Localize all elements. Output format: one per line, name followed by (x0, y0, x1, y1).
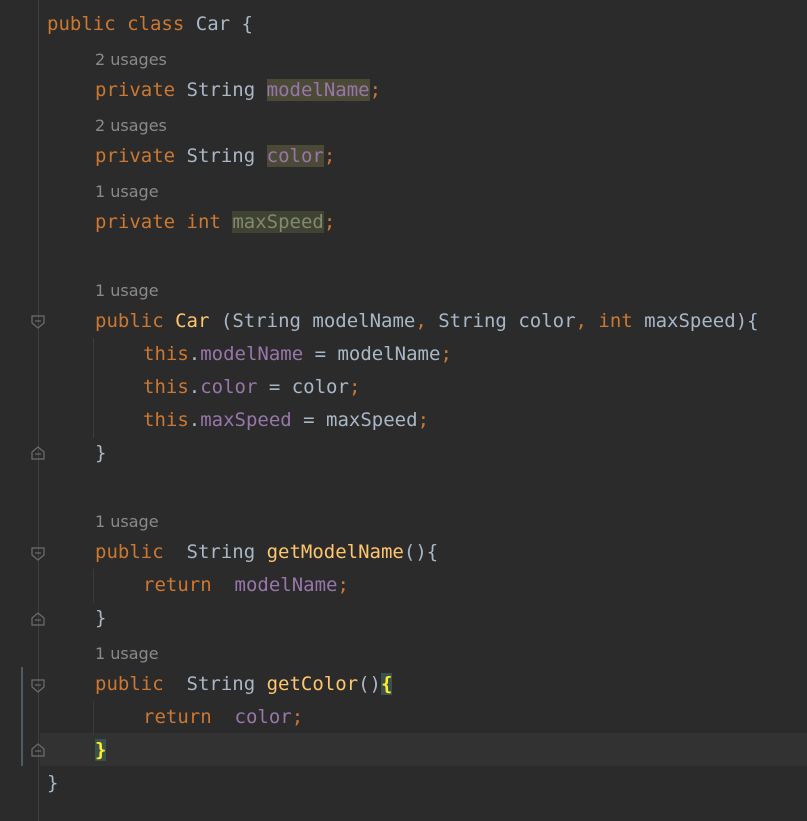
assignment-rest: = color (257, 376, 349, 398)
method-name: getModelName (266, 541, 404, 563)
field-ref: modelName (200, 343, 304, 365)
field-ref: color (200, 376, 258, 398)
field-declaration-line[interactable]: private String color; (95, 140, 335, 173)
field-ref: modelName (234, 574, 338, 596)
method-name: getColor (266, 673, 359, 695)
semicolon: ; (369, 79, 382, 101)
constructor-signature-line[interactable]: public Car (String modelName, String col… (95, 305, 759, 338)
class-closing-brace-line[interactable]: } (47, 767, 58, 800)
usage-hint[interactable]: 1 usage (95, 505, 159, 538)
method-params: (){ (403, 541, 439, 563)
assignment-rest: = modelName (303, 343, 441, 365)
method-signature-line[interactable]: public String getColor(){ (95, 668, 393, 701)
field-ref: color (234, 706, 292, 728)
closing-brace-line[interactable]: } (95, 734, 107, 767)
class-name: Car (195, 13, 231, 35)
dot: . (188, 343, 201, 365)
comma: , (415, 310, 427, 332)
comma: , (575, 310, 587, 332)
assignment-line[interactable]: this.color = color; (143, 371, 360, 404)
keyword: public (47, 13, 116, 35)
keyword: private (95, 79, 176, 101)
usage-hint[interactable]: 2 usages (95, 109, 167, 142)
usage-hint[interactable]: 1 usage (95, 637, 159, 670)
code-editor[interactable]: public class Car { 2 usages private Stri… (0, 0, 807, 821)
semicolon: ; (291, 706, 304, 728)
usage-hint[interactable]: 1 usage (95, 274, 159, 307)
field-name: color (266, 145, 324, 167)
field-declaration-line[interactable]: private int maxSpeed; (95, 206, 335, 239)
keyword: private (95, 145, 176, 167)
field-name-unused: maxSpeed (232, 211, 324, 233)
brace: } (95, 442, 107, 464)
param-name: color (506, 310, 576, 332)
return-keyword: return (143, 574, 212, 596)
brace: } (95, 607, 107, 629)
closing-brace-line[interactable]: } (95, 437, 106, 470)
field-name: modelName (266, 79, 370, 101)
usage-hint[interactable]: 2 usages (95, 43, 167, 76)
keyword: public (95, 310, 164, 332)
paren-close-brace: ){ (735, 310, 759, 332)
semicolon: ; (417, 409, 430, 431)
closing-brace-line[interactable]: } (95, 602, 106, 635)
this-keyword: this (143, 409, 189, 431)
matched-brace: } (95, 739, 107, 761)
param-type: String (232, 310, 301, 332)
this-keyword: this (143, 343, 189, 365)
fold-collapse-icon[interactable] (31, 679, 45, 693)
brace: } (47, 772, 59, 794)
class-declaration-line[interactable]: public class Car { (47, 8, 253, 41)
fold-collapse-icon[interactable] (31, 547, 45, 561)
vcs-change-marker[interactable] (21, 667, 23, 766)
dot: . (188, 376, 201, 398)
type-name: int (186, 211, 221, 233)
assignment-line[interactable]: this.maxSpeed = maxSpeed; (143, 404, 429, 437)
dot: . (188, 409, 201, 431)
field-ref: maxSpeed (200, 409, 292, 431)
usage-hint[interactable]: 1 usage (95, 175, 159, 208)
type-name: String (186, 79, 256, 101)
keyword: private (95, 211, 176, 233)
param-name: modelName (300, 310, 416, 332)
return-line[interactable]: return color; (143, 701, 303, 734)
semicolon: ; (348, 376, 361, 398)
type-name: String (186, 145, 256, 167)
keyword: class (127, 13, 185, 35)
method-params: () (358, 673, 381, 695)
return-type: String (163, 673, 267, 695)
param-name: maxSpeed (632, 310, 736, 332)
current-line-highlight (40, 733, 807, 766)
semicolon: ; (323, 145, 336, 167)
return-keyword: return (143, 706, 212, 728)
matched-brace: { (381, 673, 393, 695)
semicolon: ; (337, 574, 349, 596)
indent-guide (93, 338, 94, 438)
this-keyword: this (143, 376, 189, 398)
assignment-line[interactable]: this.modelName = modelName; (143, 338, 452, 371)
fold-end-icon[interactable] (31, 743, 45, 757)
indent-guide (93, 569, 94, 603)
brace: { (241, 13, 253, 35)
semicolon: ; (323, 211, 336, 233)
fold-end-icon[interactable] (31, 612, 45, 626)
fold-collapse-icon[interactable] (31, 315, 45, 329)
indent-guide (93, 701, 94, 735)
paren-open: ( (209, 310, 233, 332)
fold-end-icon[interactable] (31, 446, 45, 460)
keyword: public (95, 541, 164, 563)
keyword: public (95, 673, 164, 695)
assignment-rest: = maxSpeed (291, 409, 418, 431)
return-line[interactable]: return modelName; (143, 569, 349, 602)
field-declaration-line[interactable]: private String modelName; (95, 74, 381, 107)
method-signature-line[interactable]: public String getModelName(){ (95, 536, 438, 569)
gutter-separator (38, 0, 39, 821)
constructor-name: Car (175, 310, 210, 332)
semicolon: ; (440, 343, 452, 365)
param-type: int (586, 310, 633, 332)
return-type: String (163, 541, 267, 563)
param-type: String (426, 310, 507, 332)
